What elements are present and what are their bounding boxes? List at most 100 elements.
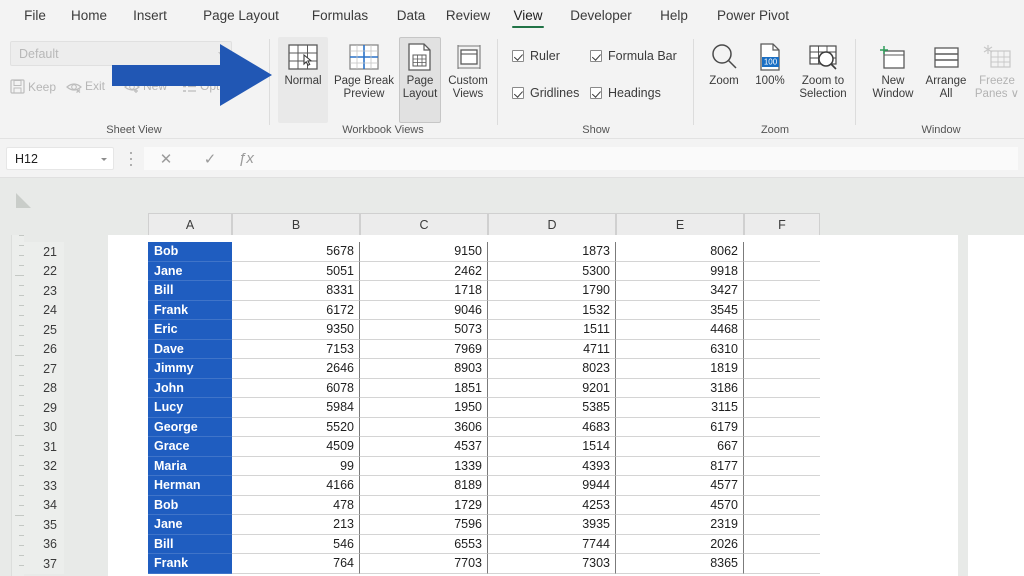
row-header-26[interactable]: 26 (24, 339, 64, 359)
workbook-view-page-break-preview[interactable]: Page Break Preview (330, 37, 398, 123)
cell-C33[interactable]: 8189 (360, 476, 488, 496)
cell-B30[interactable]: 5520 (232, 417, 360, 437)
cell-A26[interactable]: Dave (148, 339, 232, 359)
cell-D29[interactable]: 5385 (488, 398, 616, 418)
cell-D21[interactable]: 1873 (488, 242, 616, 262)
cell-B28[interactable]: 6078 (232, 378, 360, 398)
cell-C25[interactable]: 5073 (360, 320, 488, 340)
cell-A31[interactable]: Grace (148, 437, 232, 457)
cell-B37[interactable]: 764 (232, 554, 360, 574)
cell-D35[interactable]: 3935 (488, 515, 616, 535)
cell-C26[interactable]: 7969 (360, 339, 488, 359)
cell-A36[interactable]: Bill (148, 534, 232, 554)
cell-C21[interactable]: 9150 (360, 242, 488, 262)
column-header-D[interactable]: D (488, 213, 616, 235)
formula-bar-grip[interactable] (126, 152, 136, 166)
cell-C29[interactable]: 1950 (360, 398, 488, 418)
workbook-view-normal[interactable]: Normal (278, 37, 328, 123)
cell-D27[interactable]: 8023 (488, 359, 616, 379)
cell-D30[interactable]: 4683 (488, 417, 616, 437)
cell-F35[interactable] (744, 515, 820, 535)
cell-B23[interactable]: 8331 (232, 281, 360, 301)
cell-E32[interactable]: 8177 (616, 456, 744, 476)
window-new-button[interactable]: New Window (866, 37, 920, 123)
cell-D25[interactable]: 1511 (488, 320, 616, 340)
cell-A25[interactable]: Eric (148, 320, 232, 340)
cell-E30[interactable]: 6179 (616, 417, 744, 437)
row-header-34[interactable]: 34 (24, 495, 64, 515)
cell-F27[interactable] (744, 359, 820, 379)
row-header-22[interactable]: 22 (24, 261, 64, 281)
sheet-view-new-button[interactable]: New (124, 79, 167, 93)
cell-D36[interactable]: 7744 (488, 534, 616, 554)
cell-D26[interactable]: 4711 (488, 339, 616, 359)
row-header-37[interactable]: 37 (24, 554, 64, 574)
zoom-zoom-to-selection-button[interactable]: Zoom to Selection (794, 37, 852, 123)
ribbon-tab-help[interactable]: Help (652, 0, 696, 31)
row-header-24[interactable]: 24 (24, 300, 64, 320)
cell-D23[interactable]: 1790 (488, 281, 616, 301)
cell-D28[interactable]: 9201 (488, 378, 616, 398)
zoom-zoom-button[interactable]: Zoom (702, 37, 746, 123)
cell-E21[interactable]: 8062 (616, 242, 744, 262)
row-header-23[interactable]: 23 (24, 281, 64, 301)
ribbon-tab-developer[interactable]: Developer (558, 0, 644, 31)
cell-E34[interactable]: 4570 (616, 495, 744, 515)
cancel-formula-button[interactable]: ✕ (144, 147, 188, 170)
row-header-35[interactable]: 35 (24, 515, 64, 535)
cell-B25[interactable]: 9350 (232, 320, 360, 340)
cell-E24[interactable]: 3545 (616, 300, 744, 320)
cell-C30[interactable]: 3606 (360, 417, 488, 437)
cell-A21[interactable]: Bob (148, 242, 232, 262)
cell-F23[interactable] (744, 281, 820, 301)
cell-A37[interactable]: Frank (148, 554, 232, 574)
ribbon-tab-formulas[interactable]: Formulas (300, 0, 380, 31)
cell-A35[interactable]: Jane (148, 515, 232, 535)
cell-E28[interactable]: 3186 (616, 378, 744, 398)
cell-F30[interactable] (744, 417, 820, 437)
cell-B21[interactable]: 5678 (232, 242, 360, 262)
checkbox-headings[interactable]: Headings (590, 86, 661, 100)
sheet-view-dropdown[interactable]: Default (10, 41, 232, 66)
cell-C37[interactable]: 7703 (360, 554, 488, 574)
column-header-C[interactable]: C (360, 213, 488, 235)
cell-C27[interactable]: 8903 (360, 359, 488, 379)
cell-E29[interactable]: 3115 (616, 398, 744, 418)
sheet-view-keep-button[interactable]: Keep (10, 79, 56, 94)
cell-B32[interactable]: 99 (232, 456, 360, 476)
cell-F29[interactable] (744, 398, 820, 418)
row-header-30[interactable]: 30 (24, 417, 64, 437)
checkbox-ruler[interactable]: Ruler (512, 49, 560, 63)
ribbon-tab-view[interactable]: View (506, 0, 550, 31)
cell-D22[interactable]: 5300 (488, 261, 616, 281)
cell-F37[interactable] (744, 554, 820, 574)
cell-D37[interactable]: 7303 (488, 554, 616, 574)
cell-F21[interactable] (744, 242, 820, 262)
column-header-A[interactable]: A (148, 213, 232, 235)
cell-B24[interactable]: 6172 (232, 300, 360, 320)
window-arrange-button[interactable]: Arrange All (922, 37, 970, 123)
cell-F32[interactable] (744, 456, 820, 476)
row-header-32[interactable]: 32 (24, 456, 64, 476)
cell-A27[interactable]: Jimmy (148, 359, 232, 379)
cell-A33[interactable]: Herman (148, 476, 232, 496)
cell-D32[interactable]: 4393 (488, 456, 616, 476)
row-header-31[interactable]: 31 (24, 437, 64, 457)
cell-A29[interactable]: Lucy (148, 398, 232, 418)
insert-function-button[interactable]: ƒx (224, 147, 268, 170)
sheet-view-options-button[interactable]: Options (182, 79, 241, 93)
column-header-B[interactable]: B (232, 213, 360, 235)
cell-C32[interactable]: 1339 (360, 456, 488, 476)
checkbox-gridlines[interactable]: Gridlines (512, 86, 579, 100)
cell-E26[interactable]: 6310 (616, 339, 744, 359)
chevron-down-icon[interactable] (101, 158, 107, 161)
cell-D24[interactable]: 1532 (488, 300, 616, 320)
cell-F22[interactable] (744, 261, 820, 281)
row-header-28[interactable]: 28 (24, 378, 64, 398)
cell-B26[interactable]: 7153 (232, 339, 360, 359)
cell-C35[interactable]: 7596 (360, 515, 488, 535)
cell-E31[interactable]: 667 (616, 437, 744, 457)
ribbon-tab-power-pivot[interactable]: Power Pivot (704, 0, 802, 31)
cell-F36[interactable] (744, 534, 820, 554)
row-header-29[interactable]: 29 (24, 398, 64, 418)
